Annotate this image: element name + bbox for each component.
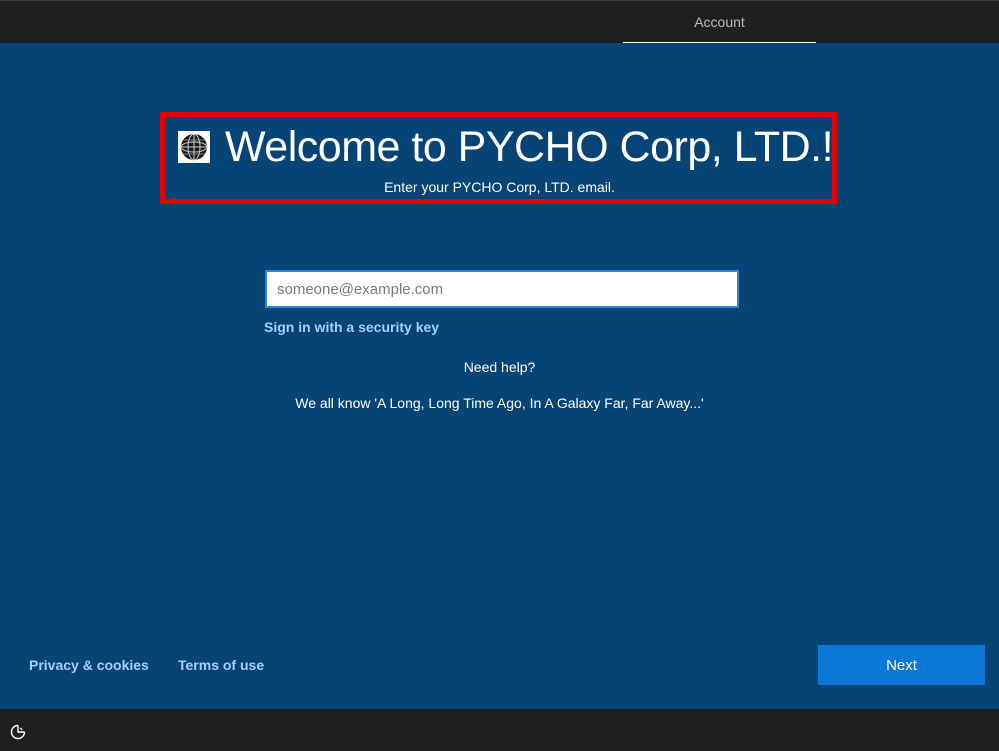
welcome-title: Welcome to PYCHO Corp, LTD.!: [225, 123, 834, 171]
terms-of-use-link[interactable]: Terms of use: [178, 657, 264, 673]
oobe-window: Account Welcome to PYCHO Corp, LTD.! Ent…: [0, 0, 999, 751]
welcome-subtitle: Enter your PYCHO Corp, LTD. email.: [384, 179, 615, 195]
ease-of-access-icon[interactable]: [9, 723, 27, 741]
next-button[interactable]: Next: [818, 645, 985, 685]
security-key-link[interactable]: Sign in with a security key: [264, 319, 439, 335]
main-panel: Welcome to PYCHO Corp, LTD.! Enter your …: [0, 43, 999, 709]
privacy-cookies-link[interactable]: Privacy & cookies: [29, 657, 149, 673]
bottom-bar: [0, 709, 999, 751]
help-text: We all know 'A Long, Long Time Ago, In A…: [295, 395, 704, 411]
email-input[interactable]: [265, 270, 739, 308]
globe-logo-icon: [178, 131, 210, 163]
tab-account[interactable]: Account: [623, 1, 816, 44]
tab-account-label: Account: [694, 13, 745, 30]
top-bar: Account: [0, 0, 999, 44]
need-help-text: Need help?: [463, 359, 536, 375]
